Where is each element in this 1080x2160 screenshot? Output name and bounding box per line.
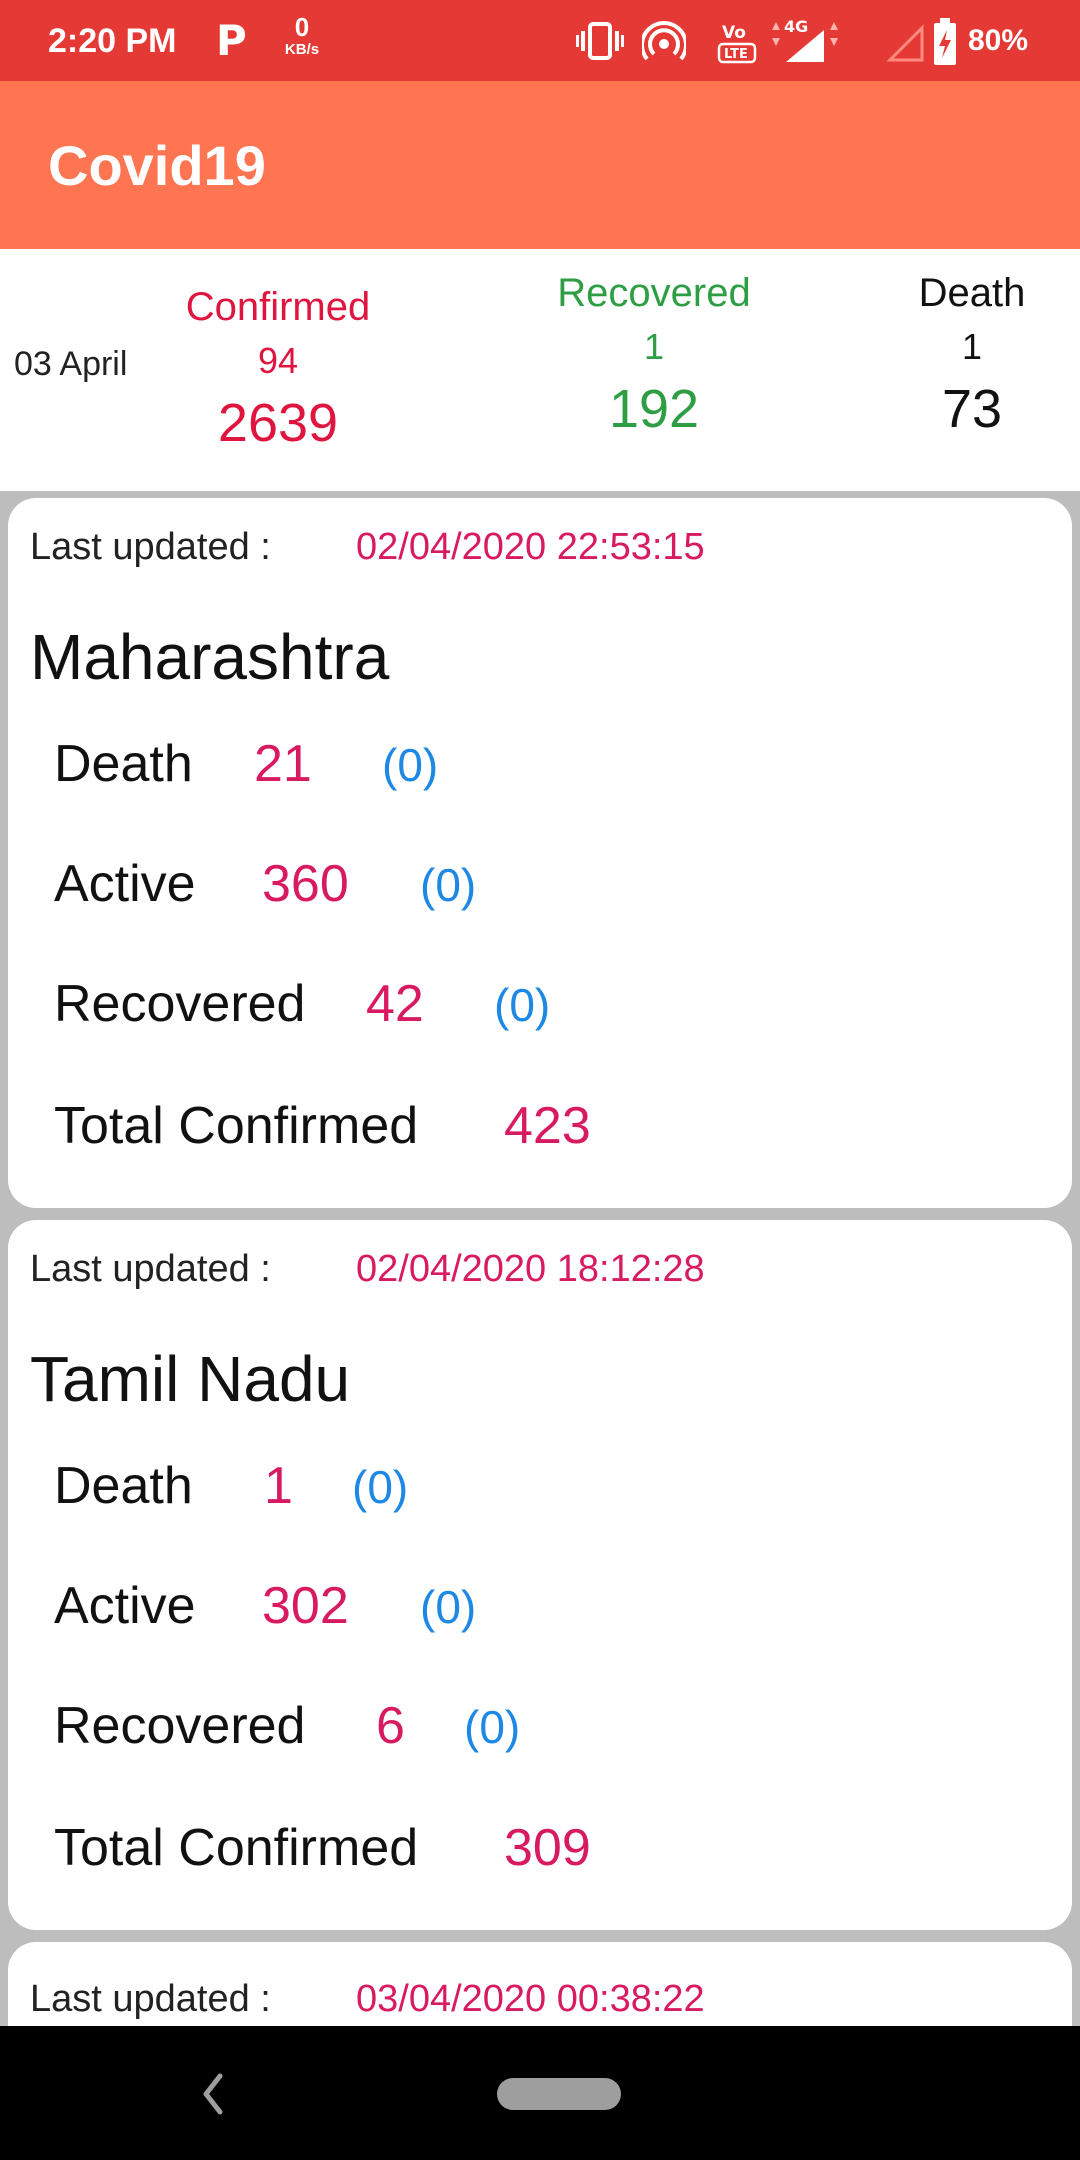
svg-text:Vo: Vo — [722, 23, 746, 43]
death-delta: 1 — [961, 326, 983, 367]
hotspot-icon — [642, 21, 686, 61]
total-confirmed-value: 309 — [504, 1819, 591, 1877]
death-change: (0) — [382, 739, 439, 791]
state-card-maharashtra[interactable]: Last updated : 02/04/2020 22:53:15 Mahar… — [8, 498, 1072, 1208]
death-row: Death 1 (0) — [54, 1456, 408, 1516]
app-bar: Covid19 — [0, 81, 1080, 249]
net-speed-value: 0 — [294, 12, 310, 42]
back-icon[interactable] — [192, 2064, 232, 2124]
death-change: (0) — [352, 1461, 409, 1513]
confirmed-label: Confirmed — [185, 285, 371, 329]
death-label: Death — [918, 271, 1026, 315]
total-confirmed-label: Total Confirmed — [54, 1819, 419, 1877]
active-value: 302 — [262, 1577, 349, 1635]
status-time: 2:20 PM — [48, 22, 177, 60]
p-notification-icon: P — [216, 16, 247, 65]
active-change: (0) — [420, 1581, 477, 1633]
active-row: Active 302 (0) — [54, 1576, 476, 1636]
recovered-change: (0) — [464, 1701, 521, 1753]
svg-text:LTE: LTE — [724, 47, 748, 62]
recovered-label: Recovered — [54, 975, 306, 1033]
app-title: Covid19 — [48, 134, 266, 197]
state-name: Tamil Nadu — [30, 1343, 351, 1415]
volte-icon: Vo LTE — [717, 23, 757, 64]
total-confirmed-value: 423 — [504, 1097, 591, 1155]
confirmed-delta: 94 — [257, 340, 299, 381]
recovered-label: Recovered — [54, 1697, 306, 1755]
death-label: Death — [54, 1457, 193, 1515]
total-confirmed-row: Total Confirmed 423 — [54, 1096, 591, 1156]
active-label: Active — [54, 855, 196, 913]
home-pill-icon[interactable] — [497, 2078, 621, 2110]
navigation-bar — [0, 2026, 1080, 2160]
recovered-value: 42 — [366, 975, 424, 1033]
summary-recovered: Recovered 1 192 — [543, 271, 765, 440]
state-card-tamil-nadu[interactable]: Last updated : 02/04/2020 18:12:28 Tamil… — [8, 1220, 1072, 1930]
signal-empty-icon — [886, 24, 924, 62]
recovered-label: Recovered — [557, 271, 751, 315]
active-row: Active 360 (0) — [54, 854, 476, 914]
summary-date: 03 April — [14, 345, 128, 383]
death-label: Death — [54, 735, 193, 793]
last-updated-label: Last updated : — [30, 1978, 271, 2020]
battery-percent: 80% — [968, 24, 1029, 57]
total-confirmed-label: Total Confirmed — [54, 1097, 419, 1155]
svg-text:4G: 4G — [784, 17, 808, 36]
state-name: Maharashtra — [30, 621, 390, 693]
signal-4g-icon: 4G — [772, 17, 838, 62]
death-value: 21 — [254, 735, 312, 793]
confirmed-total: 2639 — [217, 393, 339, 453]
active-label: Active — [54, 1577, 196, 1635]
recovered-delta: 1 — [643, 326, 665, 367]
status-bar: 2:20 PM P 0 KB/s Vo LTE 4G 80% — [0, 0, 1080, 81]
active-change: (0) — [420, 859, 477, 911]
net-speed: 0 KB/s — [276, 14, 328, 57]
battery-charging-icon — [934, 18, 956, 65]
total-confirmed-row: Total Confirmed 309 — [54, 1818, 591, 1878]
recovered-row: Recovered 6 (0) — [54, 1696, 520, 1756]
recovered-total: 192 — [608, 379, 700, 439]
vibrate-icon — [576, 22, 624, 60]
summary-death: Death 1 73 — [880, 271, 1064, 440]
summary-panel: 03 April Confirmed 94 2639 Recovered 1 1… — [0, 249, 1080, 491]
recovered-change: (0) — [494, 979, 551, 1031]
death-total: 73 — [941, 379, 1003, 439]
recovered-value: 6 — [376, 1697, 405, 1755]
summary-confirmed: Confirmed 94 2639 — [178, 285, 378, 454]
death-row: Death 21 (0) — [54, 734, 438, 794]
last-updated-timestamp: 02/04/2020 18:12:28 — [356, 1248, 705, 1290]
last-updated-label: Last updated : — [30, 526, 271, 568]
recovered-row: Recovered 42 (0) — [54, 974, 550, 1034]
death-value: 1 — [264, 1457, 293, 1515]
active-value: 360 — [262, 855, 349, 913]
net-speed-unit: KB/s — [284, 41, 320, 58]
last-updated-timestamp: 02/04/2020 22:53:15 — [356, 526, 705, 568]
last-updated-label: Last updated : — [30, 1248, 271, 1290]
last-updated-timestamp: 03/04/2020 00:38:22 — [356, 1978, 705, 2020]
